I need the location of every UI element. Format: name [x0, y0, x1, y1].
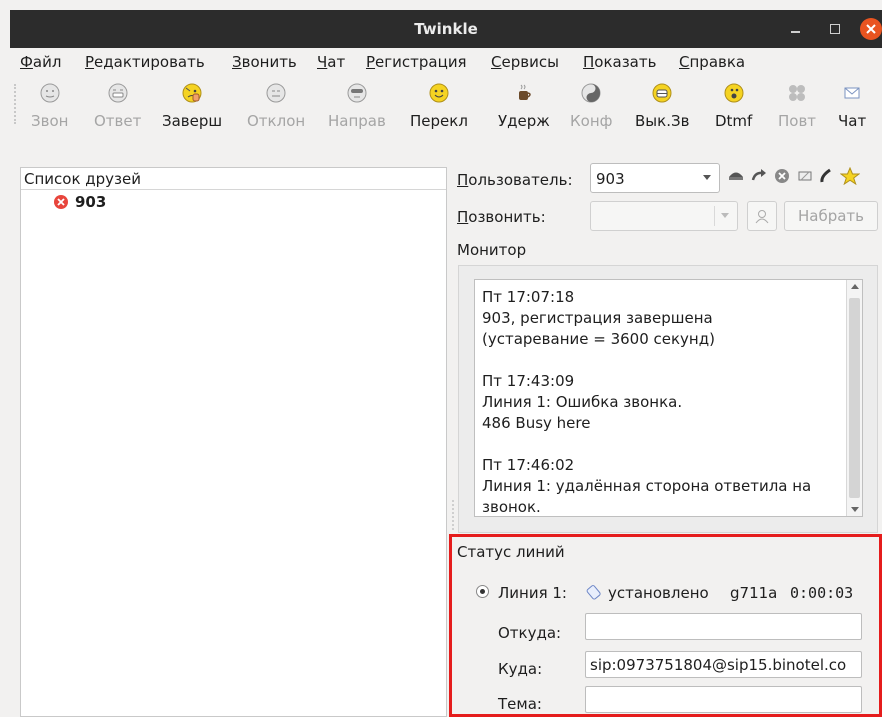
chevron-down-icon [703, 175, 711, 180]
log-line: (устаревание = 3600 секунд) [482, 330, 715, 348]
address-book-icon [755, 210, 769, 224]
redirect-label: Направ [328, 112, 386, 130]
combo-separator [714, 206, 715, 226]
dtmf-icon [724, 83, 744, 103]
transfer-label: Перекл [410, 112, 468, 130]
scrollbar-thumb[interactable] [849, 298, 860, 498]
buddy-name: 903 [75, 193, 107, 211]
call-input[interactable] [590, 201, 738, 231]
hangup-icon [182, 83, 202, 103]
menu-chat[interactable]: Чат [317, 53, 345, 71]
conference-label: Конф [570, 112, 613, 130]
transfer-icon [429, 83, 449, 103]
ring-icon [40, 83, 60, 103]
conference-button[interactable]: Конф [570, 82, 612, 130]
maximize-button[interactable] [824, 19, 844, 39]
offline-status-icon [54, 195, 68, 209]
close-button[interactable] [860, 18, 882, 40]
log-line: 903, регистрация завершена [482, 309, 713, 327]
hangup-label: Заверш [162, 112, 223, 130]
toolbar-grip[interactable] [14, 84, 18, 124]
window-title: Twinkle [414, 20, 478, 38]
dial-button[interactable]: Набрать [784, 201, 878, 231]
menu-help[interactable]: Справка [679, 53, 745, 71]
dtmf-button[interactable]: Dtmf [715, 82, 752, 130]
conference-icon [581, 83, 601, 103]
address-book-button[interactable] [747, 201, 777, 231]
monitor-scrollbar[interactable] [846, 280, 862, 516]
answer-button[interactable]: Ответ [94, 82, 141, 130]
transfer-button[interactable]: Перекл [410, 82, 468, 130]
buddy-list-panel: Список друзей 903 [20, 167, 447, 717]
log-entry: Пт 17:43:09 Линия 1: Ошибка звонка. 486 … [482, 371, 842, 434]
menu-file[interactable]: Файл [20, 53, 61, 71]
log-time: Пт 17:07:18 [482, 288, 575, 306]
menu-bar: Файл Редактировать Звонить Чат Регистрац… [10, 48, 882, 76]
dnd-icon[interactable] [727, 167, 745, 185]
chevron-down-icon [721, 213, 729, 218]
log-time: Пт 17:43:09 [482, 372, 575, 390]
menu-view[interactable]: Показать [583, 53, 656, 71]
user-label: Пользователь: [457, 171, 573, 189]
menu-registration[interactable]: Регистрация [366, 53, 467, 71]
mute-button[interactable]: Вык.Зв [635, 82, 689, 130]
close-icon [866, 24, 876, 34]
hangup-button[interactable]: Заверш [162, 82, 222, 130]
menu-services[interactable]: Сервисы [491, 53, 559, 71]
chat-label: Чат [838, 112, 867, 130]
redirect-button[interactable]: Направ [328, 82, 386, 130]
log-line: звонок. [482, 498, 541, 516]
monitor-text: Пт 17:07:18 903, регистрация завершена (… [482, 287, 842, 516]
monitor-title: Монитор [457, 241, 527, 259]
menu-edit[interactable]: Редактировать [85, 53, 205, 71]
redirect-icon [347, 83, 367, 103]
answer-label: Ответ [94, 112, 142, 130]
menu-call[interactable]: Звонить [232, 53, 297, 71]
call-label: Позвонить: [457, 208, 546, 226]
deregister-icon[interactable] [773, 167, 791, 185]
redial-label: Повт [778, 112, 817, 130]
log-entry: Пт 17:46:02 Линия 1: удалённая сторона о… [482, 455, 842, 516]
star-icon[interactable] [840, 167, 860, 185]
monitor-log[interactable]: Пт 17:07:18 903, регистрация завершена (… [474, 279, 863, 517]
buddy-list-header: Список друзей [21, 168, 446, 190]
hold-label: Удерж [498, 112, 550, 130]
log-line: Линия 1: удалённая сторона ответила на [482, 477, 812, 495]
log-line: 486 Busy here [482, 414, 591, 432]
redirect-arrow-icon[interactable] [750, 167, 768, 185]
panel-splitter[interactable] [452, 500, 456, 530]
log-line: Линия 1: Ошибка звонка. [482, 393, 683, 411]
mute-icon [652, 83, 672, 103]
hold-button[interactable]: Удерж [498, 82, 550, 130]
hold-icon [518, 84, 531, 100]
scroll-down-icon[interactable] [851, 507, 859, 512]
ring-label: Звон [31, 112, 69, 130]
dtmf-label: Dtmf [715, 112, 753, 130]
voicemail-icon[interactable] [796, 167, 814, 185]
ring-button[interactable]: Звон [31, 82, 68, 130]
highlight-box [449, 534, 882, 717]
minimize-button[interactable] [785, 19, 805, 39]
answer-icon [108, 83, 128, 103]
redial-icon [789, 85, 806, 101]
scroll-up-icon[interactable] [851, 284, 859, 289]
chat-button[interactable]: Чат [838, 82, 866, 130]
user-select[interactable]: 903 [590, 163, 720, 193]
chat-icon [844, 87, 860, 99]
reject-icon [266, 83, 286, 103]
user-value: 903 [596, 170, 625, 188]
log-entry: Пт 17:07:18 903, регистрация завершена (… [482, 287, 842, 350]
redial-button[interactable]: Повт [778, 82, 816, 130]
reject-button[interactable]: Отклон [247, 82, 305, 130]
mute-label: Вык.Зв [635, 112, 690, 130]
log-time: Пт 17:46:02 [482, 456, 575, 474]
title-bar: Twinkle [10, 10, 882, 48]
phone-icon[interactable] [818, 167, 836, 185]
toolbar: Звон Ответ Заверш Отклон Направ Перекл У… [10, 76, 882, 146]
reject-label: Отклон [247, 112, 306, 130]
buddy-item[interactable]: 903 [53, 193, 106, 211]
